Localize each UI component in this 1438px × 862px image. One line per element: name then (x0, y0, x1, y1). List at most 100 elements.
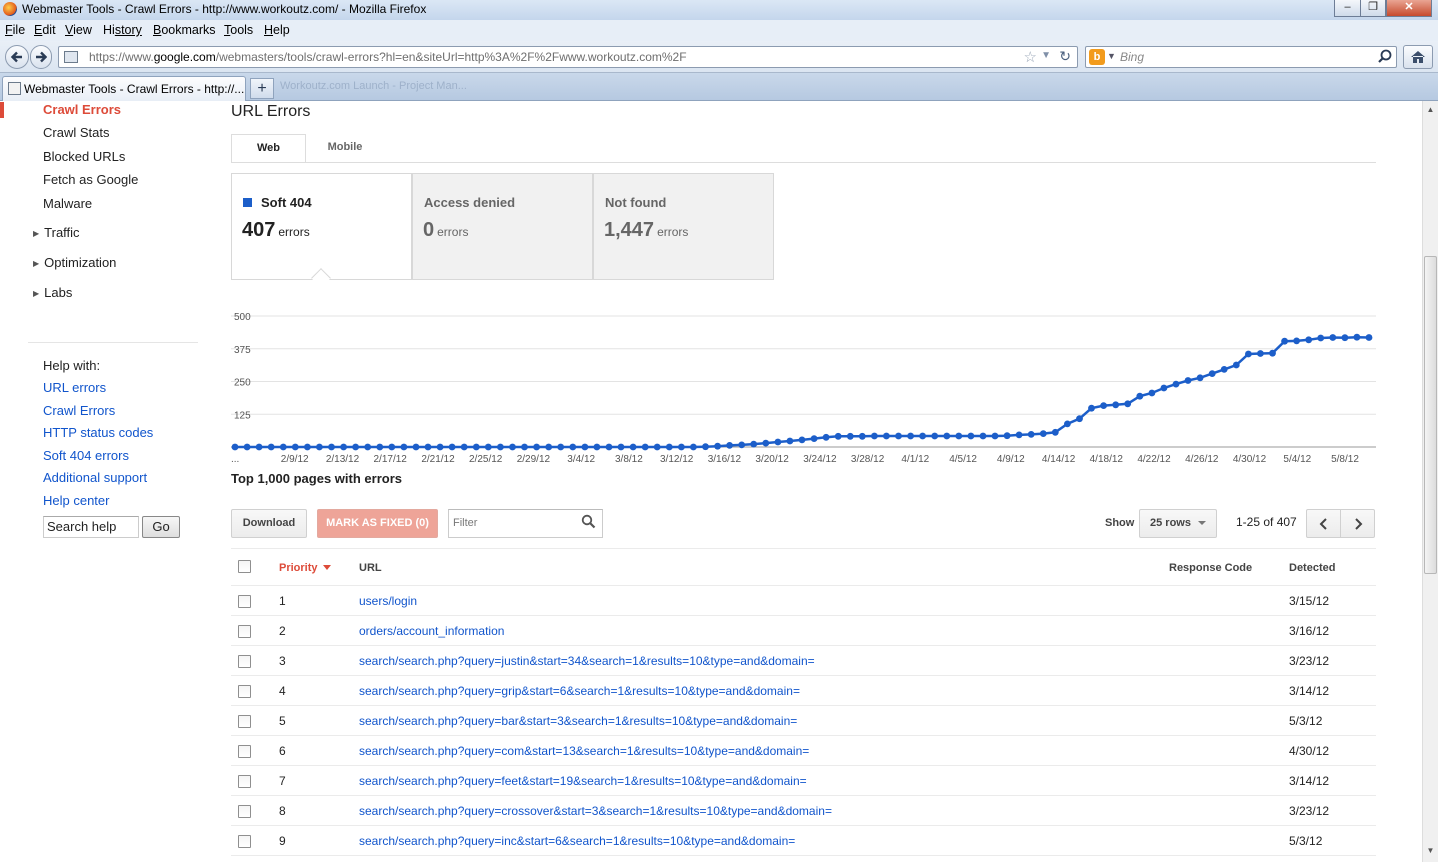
data-point[interactable] (509, 443, 516, 451)
data-point[interactable] (1196, 374, 1204, 382)
row-checkbox[interactable] (238, 655, 251, 668)
data-point[interactable] (665, 443, 673, 451)
row-url-link[interactable]: search/search.php?query=grip&start=6&sea… (359, 684, 800, 698)
data-point[interactable] (291, 443, 299, 451)
data-point[interactable] (1305, 336, 1313, 344)
data-point[interactable] (774, 438, 782, 446)
data-point[interactable] (726, 442, 733, 449)
help-link-http-status-codes[interactable]: HTTP status codes (43, 425, 153, 440)
row-url-link[interactable]: search/search.php?query=inc&start=6&sear… (359, 834, 795, 848)
row-checkbox[interactable] (238, 805, 251, 818)
data-point[interactable] (1039, 430, 1047, 437)
tab-web[interactable]: Web (231, 134, 306, 163)
help-link-additional-support[interactable]: Additional support (43, 470, 147, 485)
data-point[interactable] (1088, 404, 1095, 412)
data-point[interactable] (1160, 384, 1168, 392)
data-point[interactable] (267, 443, 275, 451)
data-point[interactable] (1365, 334, 1373, 341)
sidebar-item-crawl-errors[interactable]: Crawl Errors (43, 102, 121, 117)
data-point[interactable] (895, 432, 902, 440)
data-point[interactable] (1329, 334, 1337, 341)
data-point[interactable] (364, 443, 372, 451)
previous-page-button[interactable] (1306, 509, 1341, 538)
scroll-up-icon[interactable]: ▲ (1424, 103, 1437, 117)
bookmark-star-icon[interactable]: ☆ (1024, 48, 1037, 66)
data-point[interactable] (871, 432, 878, 440)
data-point[interactable] (1184, 377, 1192, 384)
data-point[interactable] (436, 443, 444, 451)
data-point[interactable] (931, 432, 939, 440)
menu-help[interactable]: Help (264, 23, 290, 37)
data-point[interactable] (460, 443, 468, 451)
row-checkbox[interactable] (238, 775, 251, 788)
sidebar-item-crawl-stats[interactable]: Crawl Stats (43, 125, 109, 140)
row-url-link[interactable]: orders/account_information (359, 624, 504, 638)
address-text[interactable]: https://www.google.com/webmasters/tools/… (89, 50, 687, 64)
data-point[interactable] (1269, 349, 1276, 357)
mark-as-fixed-button[interactable]: MARK AS FIXED (0) (317, 509, 438, 538)
data-point[interactable] (919, 432, 926, 440)
data-point[interactable] (243, 443, 251, 451)
data-point[interactable] (1281, 337, 1288, 345)
scroll-down-icon[interactable]: ▼ (1424, 844, 1437, 858)
search-help-input[interactable]: Search help (43, 516, 139, 538)
home-button[interactable] (1403, 45, 1433, 69)
close-button[interactable]: ✕ (1386, 0, 1432, 17)
site-identity-icon[interactable] (64, 51, 78, 63)
minimize-button[interactable]: – (1334, 0, 1361, 17)
data-point[interactable] (907, 432, 914, 440)
menu-edit[interactable]: Edit (34, 23, 56, 37)
column-response-code[interactable]: Response Code (1169, 562, 1252, 574)
data-point[interactable] (316, 443, 323, 451)
data-point[interactable] (497, 443, 504, 451)
menu-tools[interactable]: Tools (224, 23, 253, 37)
tab-mobile[interactable]: Mobile (310, 134, 380, 163)
data-point[interactable] (1317, 334, 1325, 342)
data-point[interactable] (424, 443, 432, 451)
data-point[interactable] (1124, 400, 1132, 408)
data-point[interactable] (798, 436, 806, 444)
data-point[interactable] (1148, 389, 1156, 397)
data-point[interactable] (557, 443, 565, 451)
address-bar[interactable]: https://www.google.com/webmasters/tools/… (58, 46, 1078, 68)
scrollbar-thumb[interactable] (1424, 256, 1437, 574)
data-point[interactable] (1003, 432, 1011, 440)
row-url-link[interactable]: search/search.php?query=crossover&start=… (359, 804, 832, 818)
search-icon[interactable] (581, 513, 597, 534)
data-point[interactable] (955, 432, 963, 440)
data-point[interactable] (412, 443, 420, 451)
data-point[interactable] (533, 443, 540, 451)
new-tab-button[interactable]: + (250, 78, 274, 99)
data-point[interactable] (521, 443, 528, 451)
reload-icon[interactable]: ↻ (1059, 48, 1071, 65)
row-checkbox[interactable] (238, 625, 251, 638)
data-point[interactable] (1353, 333, 1361, 341)
data-point[interactable] (629, 443, 637, 451)
next-page-button[interactable] (1340, 509, 1375, 538)
search-bar[interactable]: b ▼ Bing (1085, 46, 1397, 68)
vertical-scrollbar[interactable]: ▲ ▼ (1422, 101, 1438, 862)
row-checkbox[interactable] (238, 745, 251, 758)
data-point[interactable] (593, 443, 601, 451)
data-point[interactable] (376, 443, 384, 451)
bing-engine-icon[interactable]: b (1089, 49, 1105, 65)
row-checkbox[interactable] (238, 715, 251, 728)
row-url-link[interactable]: users/login (359, 594, 417, 608)
data-point[interactable] (738, 441, 746, 449)
data-point[interactable] (545, 443, 553, 451)
sidebar-item-blocked-urls[interactable]: Blocked URLs (43, 149, 125, 164)
data-point[interactable] (1341, 334, 1349, 342)
data-point[interactable] (967, 432, 975, 440)
forward-button[interactable] (30, 45, 52, 69)
data-point[interactable] (231, 443, 239, 451)
data-point[interactable] (1112, 401, 1120, 409)
data-point[interactable] (762, 439, 770, 447)
menu-file[interactable]: File (5, 23, 25, 37)
column-detected[interactable]: Detected (1289, 562, 1335, 574)
data-point[interactable] (400, 443, 408, 451)
data-point[interactable] (1027, 431, 1035, 438)
data-point[interactable] (1172, 380, 1180, 388)
data-point[interactable] (304, 443, 311, 451)
data-point[interactable] (1015, 431, 1023, 439)
data-point[interactable] (448, 443, 456, 451)
